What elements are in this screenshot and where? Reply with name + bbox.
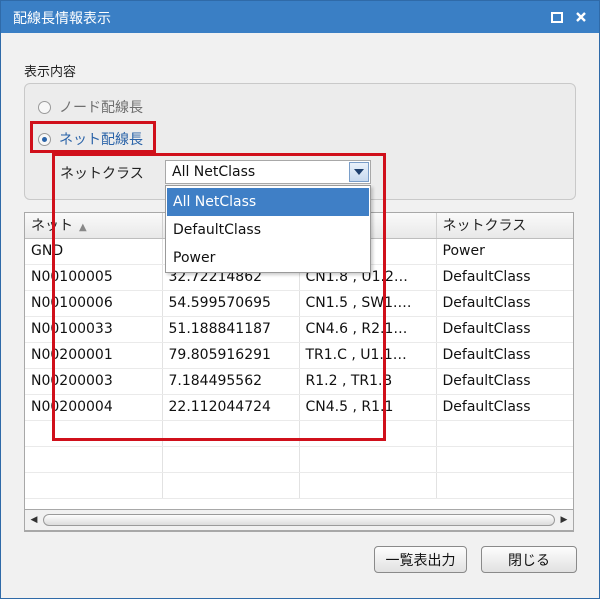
radio-node-wire-length[interactable]: ノード配線長	[38, 97, 143, 117]
dropdown-option-defaultclass[interactable]: DefaultClass	[167, 216, 369, 244]
close-button[interactable]: 閉じる	[481, 546, 577, 573]
highlight-frame-net-option	[30, 121, 156, 153]
title-bar[interactable]: 配線長情報表示	[1, 1, 599, 33]
scroll-left-icon[interactable]: ◀	[29, 515, 39, 525]
netclass-dropdown-list[interactable]: All NetClass DefaultClass Power	[165, 185, 371, 273]
dropdown-option-all-netclass[interactable]: All NetClass	[167, 188, 369, 216]
dropdown-option-power[interactable]: Power	[167, 244, 369, 272]
table-row[interactable]	[25, 446, 573, 473]
maximize-icon[interactable]	[548, 8, 566, 26]
radio-node-label: ノード配線長	[59, 100, 143, 116]
scroll-right-icon[interactable]: ▶	[559, 515, 569, 525]
export-list-button[interactable]: 一覧表出力	[374, 546, 467, 573]
column-header-netclass[interactable]: ネットクラス	[436, 213, 573, 239]
display-content-label: 表示内容	[24, 65, 77, 80]
table-row[interactable]	[25, 472, 573, 499]
close-icon[interactable]	[572, 8, 590, 26]
window-title: 配線長情報表示	[13, 11, 111, 27]
horizontal-scrollbar[interactable]: ◀ ▶	[24, 509, 574, 531]
radio-icon[interactable]	[38, 100, 51, 114]
scrollbar-thumb[interactable]	[43, 514, 555, 526]
